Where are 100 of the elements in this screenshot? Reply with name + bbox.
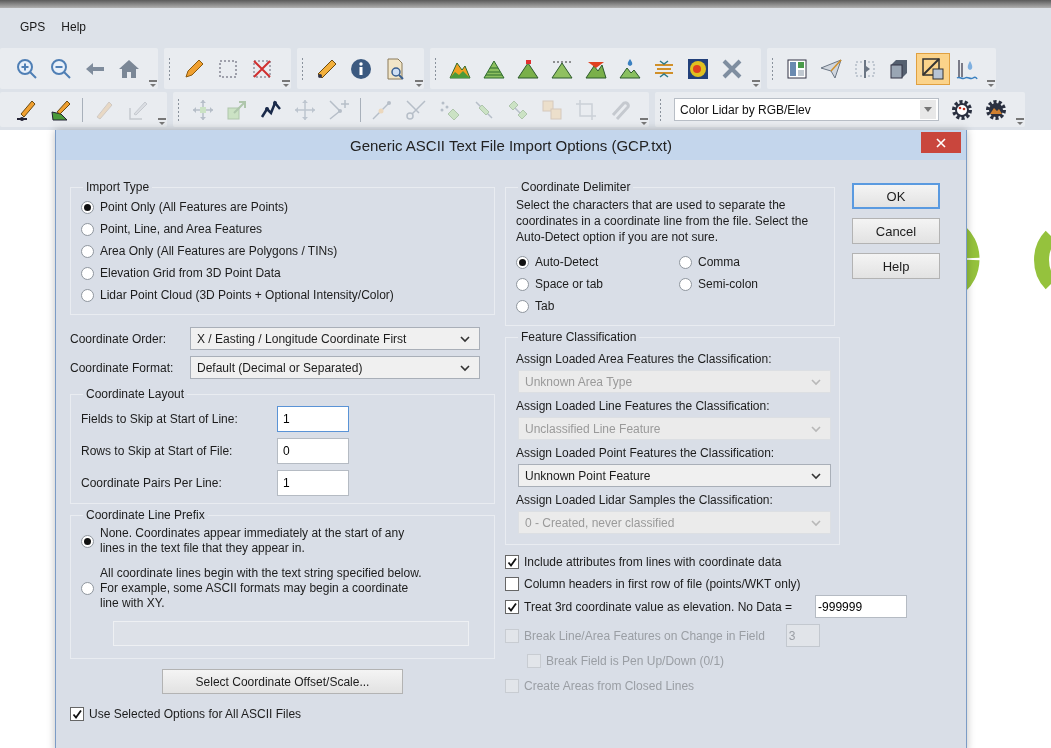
dialog-button[interactable]: OK — [852, 183, 940, 209]
info-icon — [349, 56, 373, 81]
radio-button[interactable] — [81, 222, 94, 236]
dropdown-value: 0 - Created, never classified — [525, 515, 675, 530]
zoom-out-icon — [49, 56, 73, 81]
checkbox[interactable] — [505, 599, 519, 614]
terrain-gear-icon — [984, 97, 1008, 122]
field-label: Assign Loaded Line Features the Classification: — [516, 398, 771, 415]
offset-scale-button[interactable]: Select Coordinate Offset/Scale... — [162, 669, 403, 694]
dropdown-value: Unclassified Line Feature — [525, 421, 661, 436]
radio-label: None. Coordinates appear immediately at the start of any lines in the text file that they appear in. — [100, 526, 406, 556]
field-label: Coordinate Format: — [70, 360, 175, 375]
dialog-button[interactable]: Help — [852, 253, 940, 279]
move-icon — [191, 97, 215, 122]
toolbar-grip[interactable] — [434, 56, 437, 81]
checkbox[interactable] — [505, 555, 519, 569]
toolbar-grip[interactable] — [177, 97, 180, 122]
checkbox-label: Use Selected Options for All ASCII Files — [89, 707, 302, 721]
coordinate-format-dropdown[interactable]: Default (Decimal or Separated) — [190, 356, 480, 379]
radio-button[interactable] — [81, 266, 94, 280]
radio-label: Auto-Detect — [535, 255, 599, 269]
toolbar-overflow-icon[interactable] — [752, 80, 760, 88]
toolbar-overflow-icon[interactable] — [149, 80, 157, 88]
layer-style-dropdown[interactable]: Color Lidar by RGB/Elev — [674, 98, 939, 121]
radio-label: All coordinate lines begin with the text string specified below. For example, some ASCII formats may begin a coordinate line with XY. — [100, 566, 422, 611]
dialog-button[interactable]: Cancel — [852, 218, 940, 244]
radio-label: Area Only (All Features are Polygons / TINs) — [100, 244, 338, 258]
radio-label: Comma — [698, 255, 740, 269]
radio-button[interactable] — [81, 582, 94, 595]
radio-button[interactable] — [81, 244, 94, 258]
cross-arrows-icon — [293, 97, 317, 122]
toolbar-grip[interactable] — [659, 97, 662, 122]
checkbox-label: Create Areas from Closed Lines — [524, 679, 695, 693]
gear-icon — [950, 97, 974, 122]
group-title: Import Type — [85, 180, 151, 194]
checkbox-label: Treat 3rd coordinate value as elevation. No Data = — [524, 599, 793, 614]
radio-label: Tab — [535, 299, 555, 313]
radio-label: Space or tab — [535, 277, 604, 291]
radio-button[interactable] — [81, 288, 94, 302]
group-title: Coordinate Delimiter — [520, 180, 632, 194]
radio-label: Lidar Point Cloud (3D Points + Optional Intensity/Color) — [100, 288, 394, 302]
checkbox-label: Break Line/Area Features on Change in Field — [524, 628, 765, 643]
coordinate-order-dropdown[interactable]: X / Easting / Longitude Coordinate First — [190, 327, 480, 350]
close-button[interactable] — [921, 132, 961, 153]
toolbar-grip[interactable] — [771, 56, 774, 81]
number-input-field[interactable]: 0 — [277, 438, 349, 464]
radio-label: Point, Line, and Area Features — [100, 222, 263, 236]
classification-dropdown[interactable]: Unknown Point Feature — [518, 464, 831, 487]
number-input-field[interactable]: 1 — [277, 406, 349, 432]
checkbox-label: Include attributes from lines with coordinate data — [524, 555, 782, 569]
toolbar-overflow-icon[interactable] — [640, 118, 648, 126]
toolbar-overflow-icon[interactable] — [1016, 118, 1024, 126]
radio-button[interactable] — [516, 277, 529, 291]
toolbar-button[interactable] — [916, 52, 950, 85]
scissors-icon — [404, 97, 428, 122]
radio-button[interactable] — [679, 277, 692, 291]
close-icon — [936, 137, 946, 148]
dropdown-value: Color Lidar by RGB/Elev — [680, 102, 811, 117]
radio-button[interactable] — [679, 255, 692, 269]
field-label: Fields to Skip at Start of Line: — [81, 412, 239, 426]
dropdown-value: Default (Decimal or Separated) — [197, 360, 363, 375]
color-map-icon — [686, 56, 710, 81]
field-label: Assign Loaded Area Features the Classification: — [516, 351, 773, 368]
field-label: Assign Loaded Point Features the Classification: — [516, 445, 776, 462]
add-vertex-icon — [327, 97, 351, 122]
dialog-title: Generic ASCII Text File Import Options (GCP.txt) — [349, 136, 673, 154]
toolbar-grip[interactable] — [301, 56, 304, 81]
field-label: Coordinate Order: — [70, 331, 168, 346]
checkbox[interactable] — [505, 577, 519, 591]
toolbar-overflow-icon[interactable] — [987, 80, 995, 88]
radio-button[interactable] — [516, 299, 529, 313]
crop-icon — [574, 97, 598, 122]
dropdown-value: X / Easting / Longitude Coordinate First — [197, 331, 407, 346]
field-label: Coordinate Pairs Per Line: — [81, 476, 223, 490]
overlapping-squares-icon — [540, 97, 564, 122]
group-title: Coordinate Line Prefix — [85, 508, 206, 522]
radio-label: Elevation Grid from 3D Point Data — [100, 266, 281, 280]
number-input-field[interactable]: 1 — [277, 470, 349, 496]
checkbox-label: Break Field is Pen Up/Down (0/1) — [546, 654, 725, 668]
checkbox[interactable] — [70, 707, 84, 721]
group-title: Feature Classification — [520, 330, 638, 344]
menu-item[interactable]: Help — [53, 20, 95, 34]
diagonal-square-icon — [921, 56, 945, 81]
dropdown-value: Unknown Area Type — [525, 374, 633, 389]
radio-button[interactable] — [81, 200, 94, 214]
zoom-in-icon — [15, 56, 39, 81]
paper-plane-icon — [819, 56, 843, 81]
field-label: Assign Loaded Lidar Samples the Classification: — [516, 492, 774, 509]
no-data-input-field[interactable]: -999999 — [815, 595, 908, 618]
toolbar-overflow-icon[interactable] — [415, 80, 423, 88]
radio-label: Point Only (All Features are Points) — [100, 200, 289, 214]
toolbar-overflow-icon[interactable] — [158, 118, 166, 126]
radio-button[interactable] — [81, 534, 94, 548]
radio-button[interactable] — [516, 255, 529, 269]
field-label: Rows to Skip at Start of File: — [81, 444, 234, 458]
menu-item[interactable]: GPS — [12, 20, 54, 34]
panel-icon — [785, 56, 809, 81]
toolbar-grip[interactable] — [168, 56, 171, 81]
toolbar-overflow-icon[interactable] — [282, 80, 290, 88]
dropdown-value: Unknown Point Feature — [525, 468, 651, 483]
